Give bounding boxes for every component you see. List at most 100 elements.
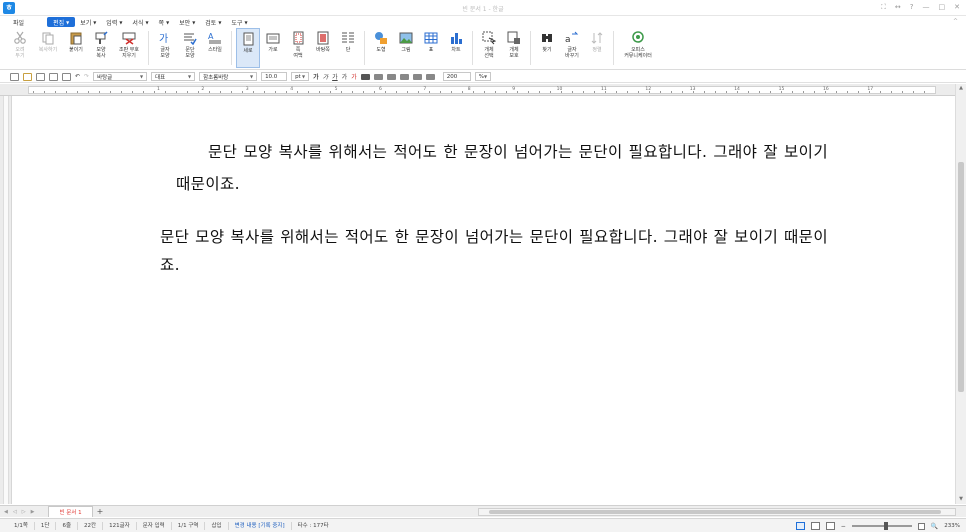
page-view-icon[interactable]: [795, 522, 805, 530]
margin-button[interactable]: 쪽 여백: [286, 28, 310, 68]
undo-icon[interactable]: ↶: [75, 73, 80, 80]
zoom-slider[interactable]: [851, 522, 912, 530]
style-select[interactable]: 바탕글 ▼: [93, 72, 148, 81]
ruler-tick: [924, 91, 925, 93]
shape-button[interactable]: 도형: [369, 28, 393, 68]
collapse-ribbon-icon[interactable]: ^: [953, 18, 958, 25]
clear-codes-button[interactable]: 조판 부호 지우기: [114, 28, 144, 68]
chart-button[interactable]: 차트: [444, 28, 468, 68]
redo-icon[interactable]: ↷: [84, 73, 89, 80]
strikethrough-button[interactable]: 가: [342, 72, 348, 81]
format-painter-button[interactable]: 모양 복사: [89, 28, 113, 68]
full-view-icon[interactable]: [810, 522, 820, 530]
font-size-unit-select[interactable]: pt ▼: [291, 72, 310, 81]
document-area[interactable]: 문단 모양 복사를 위해서는 적어도 한 문장이 넘어가는 문단이 필요합니다.…: [12, 96, 955, 504]
bold-button[interactable]: 가: [313, 72, 319, 81]
landscape-button[interactable]: 가로: [261, 28, 285, 68]
help-icon[interactable]: ?: [910, 3, 914, 12]
horizontal-ruler[interactable]: 1 2 3 4 5 6 7 8 9 10 11 12 13 14 15 16 17: [0, 84, 966, 96]
zoom-out-icon[interactable]: −: [841, 523, 846, 530]
resize-icon[interactable]: ↔: [895, 3, 901, 12]
copy-button[interactable]: 복사하기: [33, 28, 63, 68]
ruler-tick: [264, 91, 265, 93]
horizontal-scrollbar[interactable]: [478, 508, 956, 516]
replace-button[interactable]: a 글자 바꾸기: [560, 28, 584, 68]
svg-text:A: A: [208, 32, 214, 41]
line-spacing-icon[interactable]: [425, 73, 435, 80]
fullscreen-icon[interactable]: ⛶: [881, 3, 886, 12]
master-page-button[interactable]: 바탕쪽: [311, 28, 335, 68]
web-view-icon[interactable]: [825, 522, 835, 530]
tab-first-icon[interactable]: ◀: [4, 509, 8, 515]
ruler-tick: [495, 91, 496, 93]
status-page[interactable]: 1/1쪽: [8, 521, 35, 530]
align-justify-icon[interactable]: [360, 73, 370, 80]
new-document-icon[interactable]: [10, 72, 19, 81]
style-button[interactable]: A 스타일: [203, 28, 227, 68]
scroll-down-icon[interactable]: ▼: [956, 495, 966, 504]
char-shape-button[interactable]: 가 글자 모양: [153, 28, 177, 68]
ruler-tick: [671, 91, 672, 93]
align-center-icon[interactable]: [386, 73, 396, 80]
vertical-ruler[interactable]: [0, 96, 12, 504]
paragraph-plain[interactable]: 문단 모양 복사를 위해서는 적어도 한 문장이 넘어가는 문단이 필요합니다.…: [160, 223, 828, 279]
tab-document-1[interactable]: 빈 문서 1: [48, 506, 93, 517]
menu-page[interactable]: 쪽 ▼: [154, 17, 175, 27]
menu-review[interactable]: 검토 ▼: [200, 17, 226, 27]
maximize-icon[interactable]: □: [939, 3, 946, 12]
tab-next-icon[interactable]: ▷: [22, 509, 26, 515]
tab-prev-icon[interactable]: ◁: [13, 509, 17, 515]
vertical-scrollbar[interactable]: ▲ ▼: [955, 84, 966, 504]
language-select[interactable]: 대표 ▼: [151, 72, 196, 81]
horizontal-scroll-thumb[interactable]: [489, 510, 941, 514]
align-right-icon[interactable]: [399, 73, 409, 80]
menu-security[interactable]: 보안 ▼: [174, 17, 200, 27]
select-object-button[interactable]: 개체 선택: [477, 28, 501, 68]
ruler-number: 9: [512, 87, 516, 92]
communicator-button[interactable]: 오피스 커뮤니케이터: [618, 28, 658, 68]
minimize-icon[interactable]: —: [923, 3, 930, 12]
menu-insert[interactable]: 입력 ▼: [101, 17, 127, 27]
save-icon[interactable]: [36, 72, 45, 81]
print-icon[interactable]: [49, 72, 58, 81]
zoom-input[interactable]: 200: [442, 72, 471, 81]
picture-button[interactable]: 그림: [394, 28, 418, 68]
protect-object-button[interactable]: 개체 보호: [502, 28, 526, 68]
document-page[interactable]: 문단 모양 복사를 위해서는 적어도 한 문장이 넘어가는 문단이 필요합니다.…: [28, 96, 938, 504]
distribute-icon[interactable]: [412, 73, 422, 80]
menu-format[interactable]: 서식 ▼: [127, 17, 153, 27]
status-track-changes[interactable]: 변경 내용 [기록 중지]: [229, 521, 292, 530]
menu-file[interactable]: 파일: [8, 17, 29, 27]
menu-edit[interactable]: 편집 ▼: [47, 17, 76, 27]
print-preview-icon[interactable]: [62, 72, 71, 81]
columns-button[interactable]: 단: [336, 28, 360, 68]
zoom-slider-knob[interactable]: [883, 522, 888, 530]
magnifier-icon[interactable]: 🔍: [931, 523, 938, 530]
portrait-button[interactable]: 세로: [236, 28, 260, 68]
zoom-in-icon[interactable]: [917, 522, 925, 530]
zoom-unit-select[interactable]: % ▼: [474, 72, 491, 81]
vertical-scroll-thumb[interactable]: [958, 162, 964, 392]
cut-button[interactable]: 오려 두기: [8, 28, 32, 68]
align-left-icon[interactable]: [373, 73, 383, 80]
tab-last-icon[interactable]: ▶: [31, 509, 35, 515]
scroll-up-icon[interactable]: ▲: [956, 84, 966, 93]
add-tab-button[interactable]: +: [97, 507, 104, 516]
close-icon[interactable]: ✕: [954, 3, 960, 12]
font-color-button[interactable]: 가: [351, 72, 357, 81]
underline-button[interactable]: 가: [332, 72, 338, 81]
font-size-input[interactable]: 10.0: [261, 72, 288, 81]
sort-button[interactable]: 정렬: [585, 28, 609, 68]
italic-button[interactable]: 가: [323, 72, 329, 81]
status-insert-mode[interactable]: 삽입: [205, 521, 229, 530]
menu-view[interactable]: 보기 ▼: [75, 17, 101, 27]
find-button[interactable]: 찾기: [535, 28, 559, 68]
menu-tools[interactable]: 도구 ▼: [226, 17, 252, 27]
protect-object-icon: [507, 31, 521, 45]
table-button[interactable]: 표: [419, 28, 443, 68]
open-folder-icon[interactable]: [23, 72, 32, 81]
para-shape-button[interactable]: 문단 모양: [178, 28, 202, 68]
paragraph-indented[interactable]: 문단 모양 복사를 위해서는 적어도 한 문장이 넘어가는 문단이 필요합니다.…: [176, 136, 828, 200]
font-select[interactable]: 함초롬바탕 ▼: [199, 72, 258, 81]
paste-button[interactable]: 붙이기: [64, 28, 88, 68]
